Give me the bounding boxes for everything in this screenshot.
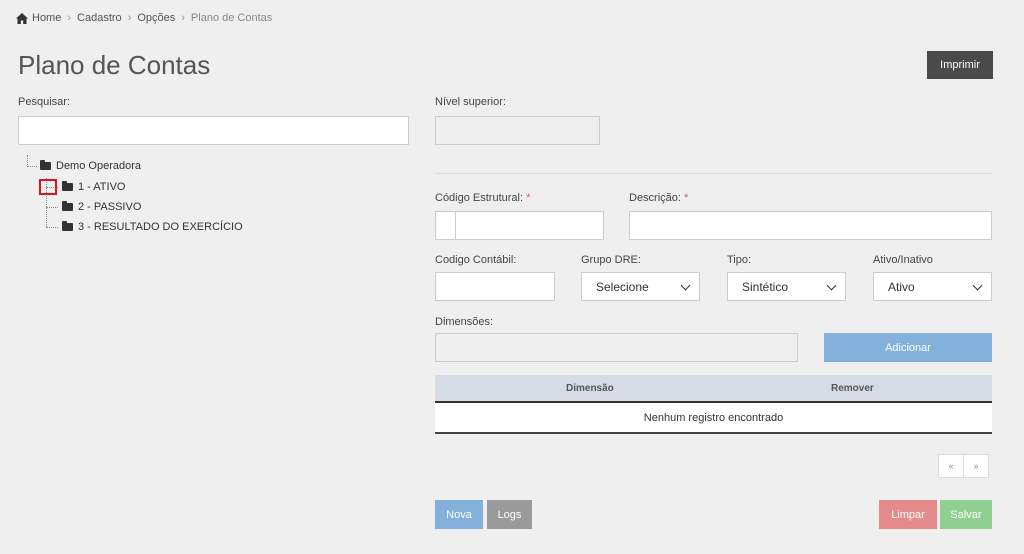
descricao-label-text: Descrição: bbox=[629, 192, 681, 204]
nivel-superior-label: Nível superior: bbox=[435, 96, 506, 108]
pagination-next[interactable]: » bbox=[963, 454, 989, 478]
breadcrumb-current: Plano de Contas bbox=[190, 12, 273, 24]
tree-connector bbox=[27, 166, 37, 167]
breadcrumb-separator: › bbox=[67, 12, 72, 24]
empty-message: Nenhum registro encontrado bbox=[643, 411, 784, 424]
tree-node-passivo[interactable]: 2 - PASSIVO bbox=[62, 201, 141, 213]
descricao-label: Descrição: * bbox=[629, 192, 688, 204]
tree-node-label: 3 - RESULTADO DO EXERCÍCIO bbox=[78, 221, 243, 233]
tipo-select[interactable]: Sintético bbox=[727, 272, 846, 301]
breadcrumb-opcoes[interactable]: Opções bbox=[137, 12, 175, 24]
nova-button[interactable]: Nova bbox=[435, 500, 483, 529]
grupo-dre-label: Grupo DRE: bbox=[581, 254, 641, 266]
codigo-estrutural-label: Código Estrutural: * bbox=[435, 192, 530, 204]
pagination: « » bbox=[938, 454, 989, 478]
tree-node-resultado[interactable]: 3 - RESULTADO DO EXERCÍCIO bbox=[62, 221, 243, 233]
search-label: Pesquisar: bbox=[18, 96, 70, 108]
tipo-label: Tipo: bbox=[727, 254, 752, 266]
nivel-superior-field bbox=[435, 116, 600, 145]
ativo-inativo-label: Ativo/Inativo bbox=[873, 254, 933, 266]
tree-node-root[interactable]: Demo Operadora bbox=[40, 160, 141, 172]
chevron-down-icon bbox=[972, 280, 983, 290]
breadcrumb-separator: › bbox=[181, 12, 185, 24]
codigo-contabil-input[interactable] bbox=[435, 272, 555, 301]
ativo-inativo-select[interactable]: Ativo bbox=[873, 272, 992, 301]
chevron-down-icon bbox=[680, 280, 691, 290]
tree-connector bbox=[27, 155, 28, 165]
home-icon[interactable] bbox=[16, 12, 28, 24]
limpar-button[interactable]: Limpar bbox=[879, 500, 937, 529]
chevron-down-icon bbox=[826, 280, 837, 290]
folder-icon bbox=[62, 221, 73, 231]
logs-button[interactable]: Logs bbox=[487, 500, 532, 529]
account-tree: Demo Operadora 1 - ATIVO 2 - PASSIVO 3 -… bbox=[26, 155, 326, 247]
folder-icon bbox=[62, 201, 73, 211]
tree-node-label: 2 - PASSIVO bbox=[78, 201, 142, 213]
folder-icon bbox=[62, 181, 73, 191]
column-header-dimensao: Dimensão bbox=[566, 383, 614, 394]
codigo-contabil-label: Codigo Contábil: bbox=[435, 254, 517, 266]
codigo-estrutural-prefix bbox=[435, 211, 456, 240]
tipo-value: Sintético bbox=[742, 279, 789, 294]
table-empty-row: Nenhum registro encontrado bbox=[435, 403, 992, 434]
print-button[interactable]: Imprimir bbox=[927, 51, 993, 79]
breadcrumb: Home › Cadastro › Opções › Plano de Cont… bbox=[16, 12, 272, 24]
column-header-remover: Remover bbox=[831, 383, 874, 394]
grupo-dre-select[interactable]: Selecione bbox=[581, 272, 700, 301]
search-input[interactable] bbox=[18, 116, 409, 145]
salvar-button[interactable]: Salvar bbox=[940, 500, 992, 529]
page-title: Plano de Contas bbox=[18, 50, 211, 80]
breadcrumb-home[interactable]: Home bbox=[32, 12, 61, 24]
required-mark: * bbox=[526, 192, 531, 204]
codigo-estrutural-input[interactable] bbox=[455, 211, 604, 240]
dimensoes-field[interactable] bbox=[435, 333, 798, 362]
required-mark: * bbox=[684, 192, 689, 204]
add-dimension-button[interactable]: Adicionar bbox=[824, 333, 992, 362]
pagination-prev[interactable]: « bbox=[938, 454, 964, 478]
tree-node-ativo[interactable]: 1 - ATIVO bbox=[62, 181, 125, 193]
tree-node-label: 1 - ATIVO bbox=[78, 181, 126, 193]
dimensoes-label: Dimensões: bbox=[435, 316, 494, 328]
tree-connector bbox=[46, 227, 58, 228]
divider bbox=[435, 173, 992, 174]
tree-connector bbox=[46, 207, 58, 208]
descricao-input[interactable] bbox=[629, 211, 992, 240]
breadcrumb-separator: › bbox=[127, 12, 132, 24]
tree-node-label: Demo Operadora bbox=[56, 160, 141, 172]
expand-toggle-highlight[interactable] bbox=[39, 179, 57, 195]
breadcrumb-cadastro[interactable]: Cadastro bbox=[77, 12, 122, 24]
table-header: Dimensão Remover bbox=[435, 375, 992, 403]
folder-icon bbox=[40, 160, 51, 170]
ativo-inativo-value: Ativo bbox=[888, 279, 915, 294]
grupo-dre-value: Selecione bbox=[596, 279, 649, 294]
codigo-estrutural-label-text: Código Estrutural: bbox=[435, 192, 524, 204]
